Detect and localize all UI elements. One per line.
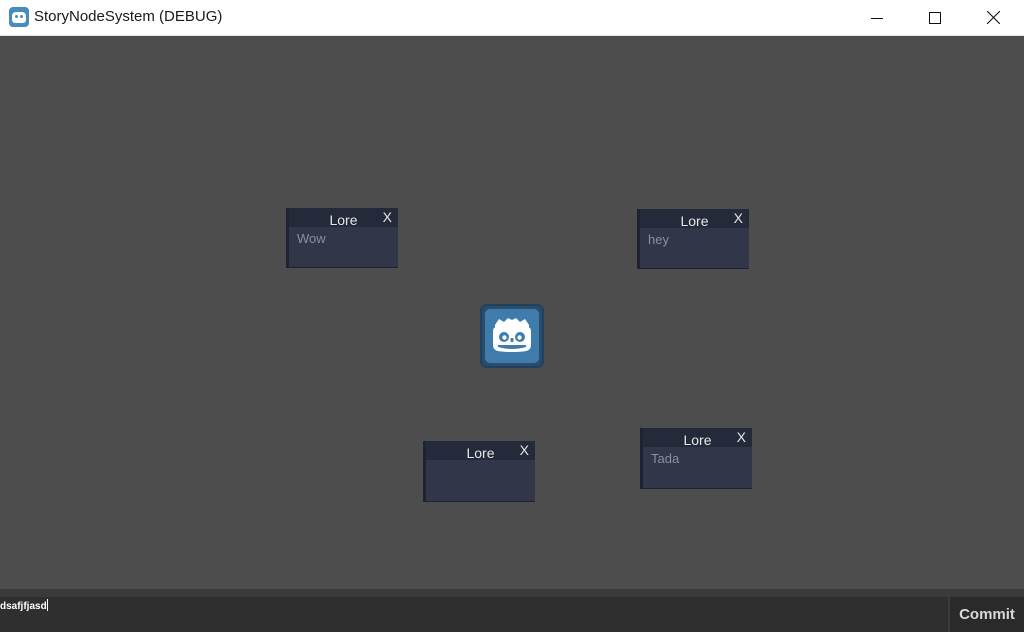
node-text: Wow xyxy=(297,231,326,246)
node-text-field[interactable]: Tada xyxy=(643,447,752,488)
window-title: StoryNodeSystem (DEBUG) xyxy=(34,8,223,25)
close-window-button[interactable] xyxy=(970,0,1016,35)
minimize-icon xyxy=(871,17,883,19)
node-text: hey xyxy=(648,232,669,247)
node-text-field[interactable] xyxy=(426,460,535,501)
window-titlebar: StoryNodeSystem (DEBUG) xyxy=(0,0,1024,36)
godot-face-icon xyxy=(493,318,531,352)
node-header[interactable]: Lore X xyxy=(640,209,749,229)
node-title: Lore xyxy=(683,432,712,448)
story-node[interactable]: Lore X Tada xyxy=(640,428,752,489)
commit-button[interactable]: Commit xyxy=(950,597,1024,632)
node-title: Lore xyxy=(466,445,495,461)
node-close-button[interactable]: X xyxy=(734,210,743,226)
node-header[interactable]: Lore X xyxy=(426,441,535,461)
node-header[interactable]: Lore X xyxy=(643,428,752,448)
node-header[interactable]: Lore X xyxy=(289,208,398,228)
close-icon xyxy=(986,11,1000,24)
node-text-field[interactable]: hey xyxy=(640,228,749,268)
node-title: Lore xyxy=(680,213,709,229)
minimize-button[interactable] xyxy=(854,0,900,35)
story-node[interactable]: Lore X xyxy=(423,441,535,502)
story-node[interactable]: Lore X hey xyxy=(637,209,749,269)
node-close-button[interactable]: X xyxy=(737,429,746,445)
godot-icon xyxy=(9,7,29,27)
maximize-icon xyxy=(929,11,941,24)
node-title: Lore xyxy=(329,212,358,228)
text-caret xyxy=(46,599,48,611)
node-text-field[interactable]: Wow xyxy=(289,227,398,267)
story-node[interactable]: Lore X Wow xyxy=(286,208,398,268)
node-close-button[interactable]: X xyxy=(383,209,392,225)
maximize-button[interactable] xyxy=(912,0,958,35)
command-input-value: dsafjfjasd xyxy=(0,601,47,612)
node-close-button[interactable]: X xyxy=(520,442,529,458)
node-text: Tada xyxy=(651,451,680,466)
godot-logo-icon[interactable] xyxy=(480,304,544,368)
command-input[interactable]: dsafjfjasd xyxy=(0,597,948,632)
